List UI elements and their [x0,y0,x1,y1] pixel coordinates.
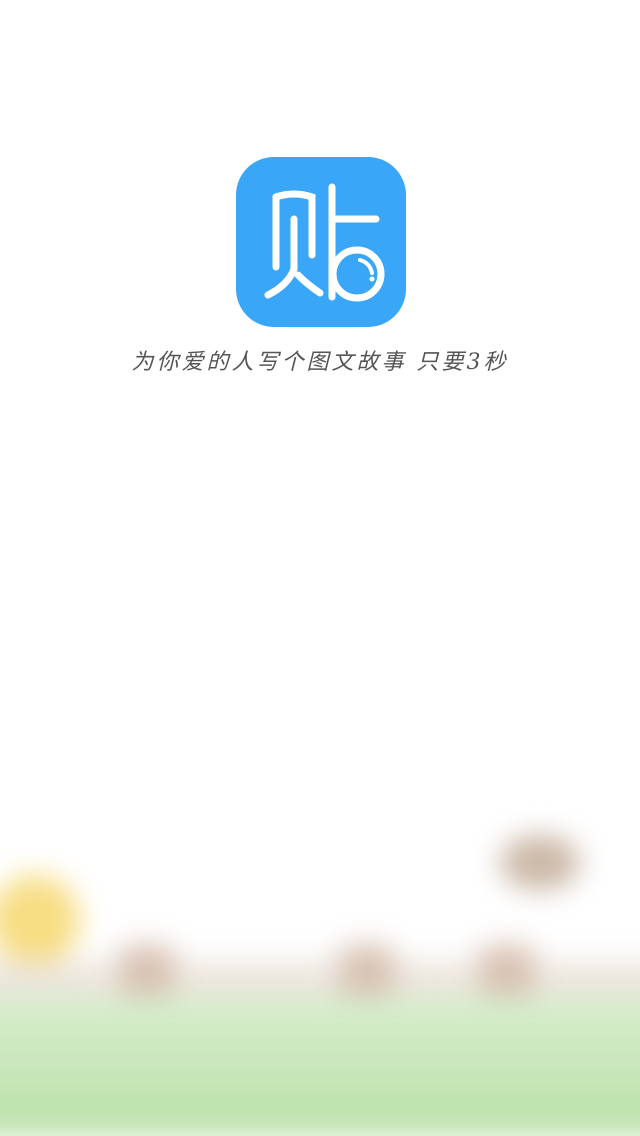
app-logo-icon [236,157,406,327]
grass-ground [0,996,640,1136]
background-illustration [0,780,640,1136]
sun-shape [0,875,80,965]
slogan-text: 为你爱的人写个图文故事 只要3秒 [131,350,509,375]
splash-screen: 为你爱的人写个图文故事 只要3秒 [0,0,640,1136]
bird-shape [500,835,580,890]
